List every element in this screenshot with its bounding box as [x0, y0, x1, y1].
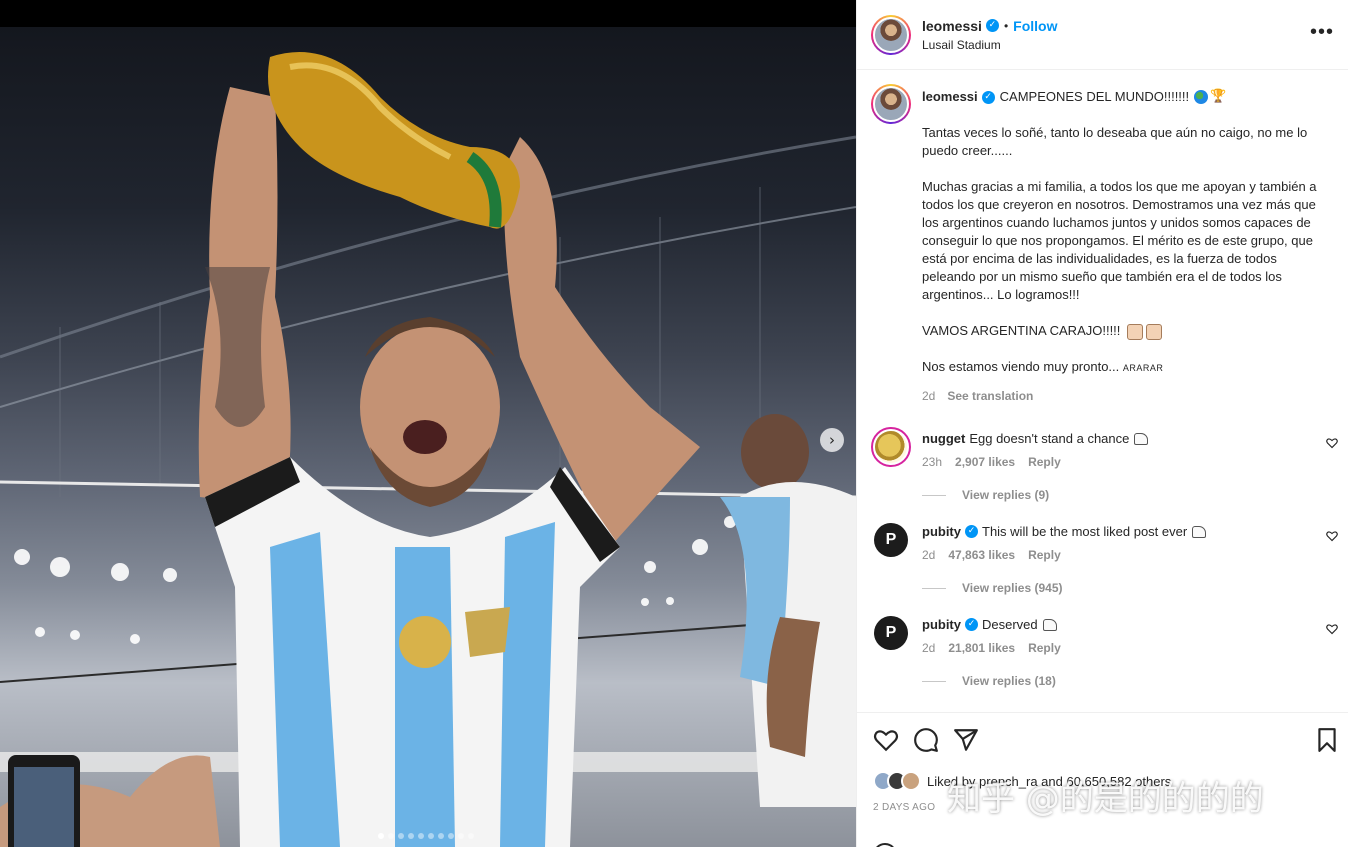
post-photo	[0, 27, 856, 847]
caption-paragraph: Nos estamos viendo muy pronto... ARARAR	[922, 358, 1322, 377]
goat-emoji-icon	[1042, 618, 1057, 631]
commenter-avatar[interactable]: P	[874, 523, 908, 557]
carousel-dot	[398, 833, 404, 839]
likes-text[interactable]: Liked by prepch_ra and 60,650,582 others	[927, 774, 1171, 789]
caption-age: 2d	[922, 389, 936, 403]
caption-last-line: Nos estamos viendo muy pronto...	[922, 359, 1120, 374]
view-replies-button[interactable]: View replies (18)	[922, 674, 1317, 688]
carousel-dot	[458, 833, 464, 839]
hands-emoji-icon	[1146, 323, 1163, 340]
carousel-dot	[378, 833, 384, 839]
commenter-username[interactable]: nugget	[922, 431, 965, 446]
comment-text: Egg doesn't stand a chance	[969, 431, 1130, 446]
carousel-dot	[408, 833, 414, 839]
view-replies-button[interactable]: View replies (945)	[922, 581, 1317, 595]
caption-paragraph: Tantas veces lo soñé, tanto lo deseaba q…	[922, 125, 1308, 158]
reply-button[interactable]: Reply	[1028, 641, 1061, 655]
comment-text: This will be the most liked post ever	[982, 524, 1188, 539]
comment-likes[interactable]: 2,907 likes	[955, 455, 1015, 469]
post-side-panel: leomessi ✓ • Follow Lusail Stadium ••• l…	[856, 0, 1348, 847]
reply-button[interactable]: Reply	[1028, 548, 1061, 562]
verified-badge-icon: ✓	[985, 19, 999, 32]
comment-bubble-icon[interactable]	[913, 727, 939, 753]
carousel-dot	[388, 833, 394, 839]
commenter-avatar[interactable]: P	[874, 616, 908, 650]
header-separator: •	[1003, 18, 1009, 33]
author-username[interactable]: leomessi	[922, 18, 982, 34]
verified-badge-icon: ✓	[965, 525, 978, 538]
comment-likes[interactable]: 47,863 likes	[948, 548, 1015, 562]
goat-emoji-icon	[1134, 432, 1149, 445]
caption-avatar[interactable]	[871, 84, 911, 124]
replies-divider	[922, 587, 946, 589]
comment-like-icon[interactable]	[1326, 437, 1338, 449]
globe-emoji-icon	[1194, 90, 1209, 104]
view-replies-label: View replies (18)	[962, 674, 1056, 688]
caption-paragraph: Muchas gracias a mi familia, a todos los…	[922, 179, 1317, 302]
trophy-emoji-icon: 🏆	[1210, 89, 1227, 104]
comment-age: 23h	[922, 455, 943, 469]
comment-text: Deserved	[982, 617, 1038, 632]
view-replies-label: View replies (9)	[962, 488, 1050, 502]
instagram-post-window: › leomessi ✓ • Follow Lusail Stadium •••	[0, 0, 1348, 847]
see-translation-link[interactable]: See translation	[947, 387, 1033, 405]
verified-badge-icon: ✓	[965, 618, 978, 631]
replies-divider	[922, 680, 946, 682]
post-actions-bar: Liked by prepch_ra and 60,650,582 others…	[857, 712, 1348, 847]
post-location[interactable]: Lusail Stadium	[922, 38, 1057, 52]
carousel-dot	[448, 833, 454, 839]
liker-avatars	[873, 771, 921, 791]
caption-slogan: VAMOS ARGENTINA CARAJO!!!!!	[922, 323, 1121, 338]
goat-emoji-icon	[1192, 525, 1207, 538]
commenter-username[interactable]: pubity	[922, 617, 961, 632]
comment-age: 2d	[922, 548, 936, 562]
replies-divider	[922, 494, 946, 496]
carousel-dot	[428, 833, 434, 839]
emoji-picker-icon[interactable]	[873, 843, 897, 847]
likes-summary[interactable]: Liked by prepch_ra and 60,650,582 others	[857, 771, 1348, 791]
reply-button[interactable]: Reply	[1028, 455, 1061, 469]
save-bookmark-icon[interactable]	[1314, 727, 1340, 753]
carousel-indicator	[378, 833, 474, 839]
next-image-button[interactable]: ›	[820, 428, 844, 452]
more-options-icon[interactable]: •••	[1310, 22, 1334, 42]
commenter-avatar[interactable]	[871, 427, 911, 467]
post-date: 2 DAYS AGO	[873, 802, 936, 813]
comment-item: P pubity ✓ This will be the most liked p…	[857, 520, 1348, 595]
caption-paragraph: VAMOS ARGENTINA CARAJO!!!!!	[922, 322, 1322, 340]
comment-likes[interactable]: 21,801 likes	[948, 641, 1015, 655]
follow-button[interactable]: Follow	[1013, 18, 1057, 34]
comment-item: nugget Egg doesn't stand a chance 23h 2,…	[857, 427, 1348, 502]
post-header: leomessi ✓ • Follow Lusail Stadium •••	[857, 0, 1348, 70]
comment-like-icon[interactable]	[1326, 530, 1338, 542]
photo-illustration	[0, 52, 856, 847]
share-send-icon[interactable]	[953, 727, 979, 753]
author-avatar[interactable]	[871, 14, 911, 55]
carousel-dot	[468, 833, 474, 839]
caption-meta: 2d See translation	[922, 387, 1322, 405]
caption-tag: ARARAR	[1122, 363, 1164, 373]
carousel-dot	[438, 833, 444, 839]
comment-age: 2d	[922, 641, 936, 655]
carousel-dot	[418, 833, 424, 839]
view-replies-label: View replies (945)	[962, 581, 1063, 595]
post-media: ›	[0, 0, 856, 847]
view-replies-button[interactable]: View replies (9)	[922, 488, 1317, 502]
caption-headline: CAMPEONES DEL MUNDO!!!!!!!	[999, 89, 1190, 104]
like-heart-icon[interactable]	[873, 727, 899, 753]
commenter-username[interactable]: pubity	[922, 524, 961, 539]
verified-badge-icon: ✓	[981, 90, 995, 104]
caption-username[interactable]: leomessi	[922, 88, 978, 106]
comments-scroll-area[interactable]: leomessi ✓ CAMPEONES DEL MUNDO!!!!!!! 🏆 …	[857, 70, 1348, 712]
post-caption: leomessi ✓ CAMPEONES DEL MUNDO!!!!!!! 🏆 …	[857, 70, 1348, 405]
comment-item: P pubity ✓ Deserved 2d 21,801 likes Repl…	[857, 613, 1348, 688]
hands-emoji-icon	[1127, 323, 1144, 340]
comment-like-icon[interactable]	[1326, 623, 1338, 635]
